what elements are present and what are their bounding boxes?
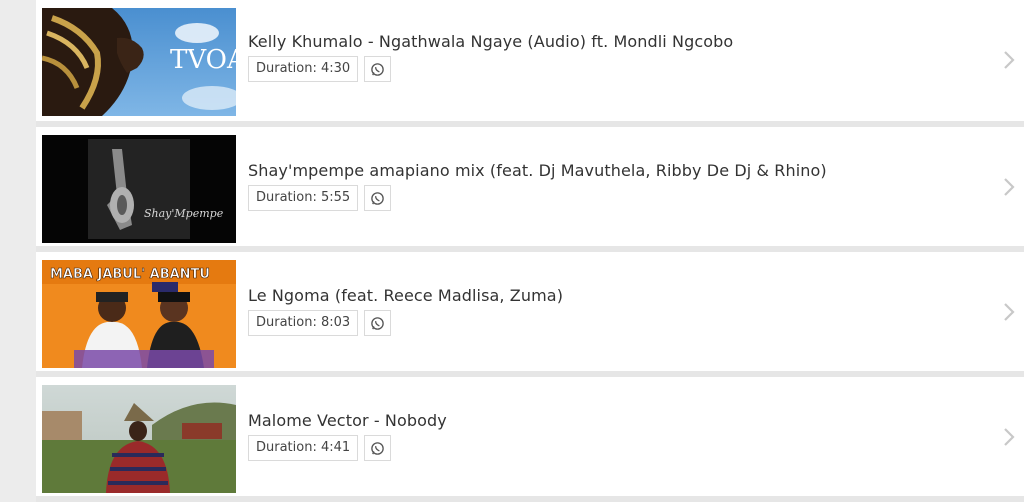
duration-label: Duration: 4:41 — [248, 435, 359, 461]
song-item[interactable]: TVOA Kelly Khumalo - Ngathwala Ngaye (Au… — [36, 0, 1024, 127]
share-button[interactable] — [364, 310, 392, 336]
song-meta: Duration: 8:03 — [248, 310, 392, 336]
thumbnail-art: TVOA — [42, 8, 236, 116]
whatsapp-icon — [371, 316, 384, 330]
share-button[interactable] — [364, 185, 392, 211]
thumbnail-art — [42, 385, 236, 493]
song-title[interactable]: Shay'mpempe amapiano mix (feat. Dj Mavut… — [248, 161, 827, 180]
chevron-right-icon[interactable] — [1000, 48, 1018, 72]
duration-label: Duration: 4:30 — [248, 56, 359, 82]
share-button[interactable] — [364, 435, 392, 461]
chevron-right-icon[interactable] — [1000, 425, 1018, 449]
share-button[interactable] — [364, 56, 392, 82]
song-list: TVOA Kelly Khumalo - Ngathwala Ngaye (Au… — [36, 0, 1024, 502]
duration-label: Duration: 8:03 — [248, 310, 359, 336]
thumbnail-art: MABA JABUL' ABANTU — [42, 260, 236, 368]
song-thumbnail[interactable]: TVOA — [42, 8, 236, 116]
song-meta: Duration: 4:30 — [248, 56, 392, 82]
song-thumbnail[interactable]: MABA JABUL' ABANTU — [42, 260, 236, 368]
song-meta: Duration: 5:55 — [248, 185, 392, 211]
song-thumbnail[interactable] — [42, 385, 236, 493]
song-meta: Duration: 4:41 — [248, 435, 392, 461]
song-title[interactable]: Le Ngoma (feat. Reece Madlisa, Zuma) — [248, 286, 563, 305]
whatsapp-icon — [371, 441, 384, 455]
song-item[interactable]: MABA JABUL' ABANTU Le Ngoma (feat. Reece… — [36, 252, 1024, 377]
thumb-text: Shay'Mpempe — [144, 207, 224, 220]
thumb-text: MABA JABUL' ABANTU — [50, 267, 210, 282]
thumbnail-art: Shay'Mpempe — [42, 135, 236, 243]
thumb-text: TVOA — [170, 45, 236, 75]
song-title[interactable]: Malome Vector - Nobody — [248, 411, 447, 430]
whatsapp-icon — [371, 62, 384, 76]
song-thumbnail[interactable]: Shay'Mpempe — [42, 135, 236, 243]
song-title[interactable]: Kelly Khumalo - Ngathwala Ngaye (Audio) … — [248, 32, 733, 51]
duration-label: Duration: 5:55 — [248, 185, 359, 211]
whatsapp-icon — [371, 191, 384, 205]
song-item[interactable]: Shay'Mpempe Shay'mpempe amapiano mix (fe… — [36, 127, 1024, 252]
chevron-right-icon[interactable] — [1000, 300, 1018, 324]
song-item[interactable]: Malome Vector - Nobody Duration: 4:41 — [36, 377, 1024, 502]
chevron-right-icon[interactable] — [1000, 175, 1018, 199]
